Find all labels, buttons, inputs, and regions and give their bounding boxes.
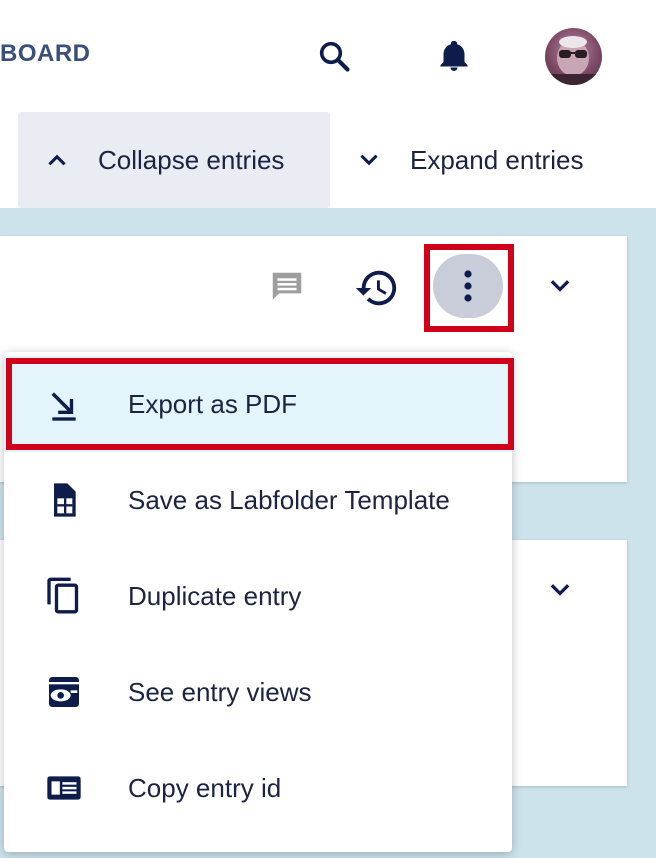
menu-item-label: Save as Labfolder Template bbox=[128, 484, 450, 515]
duplicate-icon bbox=[47, 577, 79, 614]
bell-icon[interactable] bbox=[436, 38, 472, 74]
id-card-icon bbox=[47, 776, 81, 800]
menu-item-label: See entry views bbox=[128, 676, 312, 707]
avatar-image bbox=[545, 36, 602, 85]
expand-entries-button[interactable]: Expand entries bbox=[330, 112, 656, 208]
history-icon[interactable] bbox=[354, 265, 400, 311]
search-icon[interactable] bbox=[316, 38, 352, 74]
top-bar: BOARD bbox=[0, 0, 656, 112]
entry-toggle-bar: Collapse entries Expand entries bbox=[0, 112, 656, 208]
chevron-down-icon bbox=[360, 154, 378, 166]
menu-item-duplicate[interactable]: Duplicate entry bbox=[4, 548, 512, 644]
menu-item-label: Export as PDF bbox=[128, 388, 298, 419]
export-pdf-icon bbox=[51, 392, 76, 421]
collapse-entries-button[interactable]: Collapse entries bbox=[18, 112, 330, 208]
avatar[interactable] bbox=[545, 28, 602, 85]
comment-icon[interactable] bbox=[268, 268, 306, 306]
expand-entries-label: Expand entries bbox=[410, 144, 584, 175]
entry-options-menu: Export as PDF Save as Labfolder Template… bbox=[4, 352, 512, 852]
brand-title[interactable]: BOARD bbox=[0, 40, 91, 68]
more-options-button[interactable] bbox=[433, 254, 503, 318]
entry-expand-chevron-icon[interactable] bbox=[546, 576, 574, 604]
menu-item-export-pdf[interactable]: Export as PDF bbox=[4, 356, 512, 452]
collapse-entries-label: Collapse entries bbox=[98, 144, 285, 175]
menu-item-entry-views[interactable]: See entry views bbox=[4, 644, 512, 740]
menu-item-label: Duplicate entry bbox=[128, 580, 302, 611]
more-vertical-icon bbox=[464, 270, 472, 302]
template-icon bbox=[54, 483, 76, 517]
menu-item-label: Copy entry id bbox=[128, 772, 282, 803]
chevron-up-icon bbox=[48, 154, 66, 166]
entry-expand-chevron-icon[interactable] bbox=[546, 272, 574, 300]
menu-item-save-template[interactable]: Save as Labfolder Template bbox=[4, 452, 512, 548]
views-icon bbox=[49, 677, 79, 707]
menu-item-copy-id[interactable]: Copy entry id bbox=[4, 740, 512, 836]
